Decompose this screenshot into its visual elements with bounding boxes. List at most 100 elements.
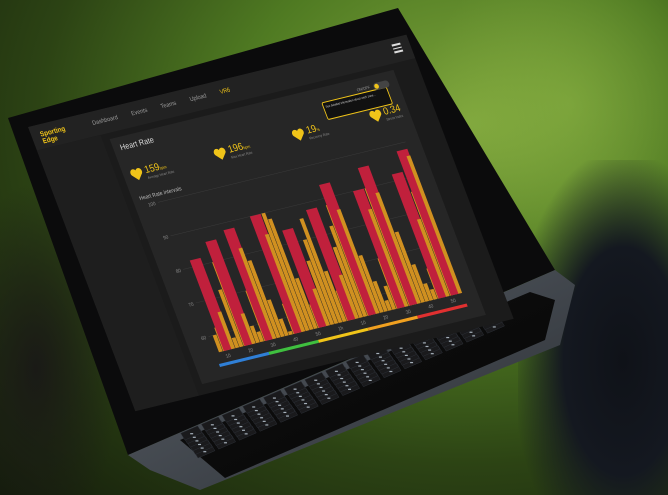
key-backlight [469,331,473,333]
key-backlight [448,340,452,342]
key-backlight [192,436,196,438]
key-backlight [314,379,318,381]
heart-icon [291,128,304,141]
key-backlight [381,360,385,362]
key-backlight [195,440,199,442]
key-backlight [378,356,382,358]
key-backlight [402,351,406,353]
key-backlight [257,413,261,415]
x-tick-label: 20 [247,347,254,354]
hamburger-menu-icon[interactable] [391,42,404,54]
key-backlight [342,381,346,383]
key-backlight [446,336,450,339]
key-backlight [298,395,302,397]
key-backlight [239,426,243,428]
key-backlight [221,438,225,440]
heart-icon [213,147,226,160]
key-backlight [324,394,328,396]
key-backlight [280,408,284,410]
key-backlight [366,376,370,378]
key-backlight [407,358,411,360]
key-backlight [203,451,207,453]
y-tick-label: 80 [175,268,182,275]
key-backlight [492,326,496,328]
key-backlight [223,442,227,444]
key-backlight [319,386,323,389]
stat-max-heart-rate: 196bpm Max Heart Rate [208,130,256,172]
key-backlight [198,443,202,446]
stat-recovery: 19% Recovery Rate [286,111,333,153]
key-backlight [260,417,264,419]
x-tick-label: 40 [292,336,299,343]
key-backlight [430,353,434,355]
key-backlight [242,429,246,431]
key-backlight [272,397,276,399]
stat-stress-index: 0.34 Stress Index [363,93,407,134]
key-backlight [285,415,289,417]
key-backlight [399,347,403,349]
nav-dashboard[interactable]: Dashboard [92,115,119,127]
key-backlight [327,397,331,399]
x-tick-label: 10 [360,320,367,327]
key-backlight [348,388,352,390]
y-tick-label: 60 [200,335,207,342]
key-backlight [190,433,194,435]
key-backlight [296,392,300,394]
key-backlight [368,379,372,382]
chart-bar [215,352,219,353]
key-backlight [293,388,297,390]
chart-bar [287,330,293,336]
y-tick-label: 70 [188,301,195,308]
nav-upload[interactable]: Upload [189,93,208,103]
stat-average-heart-rate: 159bpm Average Heart Rate [125,149,179,192]
key-backlight [216,431,220,433]
key-backlight [340,377,344,380]
heart-icon [130,167,142,180]
nav-teams[interactable]: Teams [160,101,177,111]
key-backlight [236,422,240,424]
key-backlight [306,406,310,408]
key-backlight [278,404,282,406]
key-backlight [422,342,426,344]
y-tick-label: 90 [162,234,169,241]
key-backlight [252,406,256,408]
x-tick-label: 40 [427,303,434,310]
stat-unit: % [315,126,321,132]
key-backlight [283,411,287,414]
y-tick-label: 100 [147,201,157,209]
nav-vr6[interactable]: VR6 [219,88,231,96]
key-backlight [334,370,338,372]
zone-bar-segment [367,315,419,331]
key-backlight [275,401,279,403]
key-backlight [363,372,367,374]
key-backlight [262,420,266,422]
nav-events[interactable]: Events [131,108,149,118]
key-backlight [428,349,432,351]
key-backlight [231,415,235,417]
key-backlight [316,383,320,385]
key-backlight [304,402,308,405]
key-backlight [244,433,248,435]
x-tick-label: 50 [315,331,322,338]
key-backlight [301,399,305,401]
key-backlight [376,352,380,355]
zone-bar-segment [417,303,468,319]
key-backlight [360,369,364,371]
key-backlight [355,361,359,364]
key-backlight [200,447,204,449]
app-logo[interactable]: Sporting Edge [39,126,69,146]
key-backlight [472,335,476,337]
x-tick-label: 20 [382,314,389,321]
key-backlight [389,370,393,373]
x-tick-label: 10 [225,353,232,360]
x-tick-label: 30 [270,342,277,349]
key-backlight [254,409,258,412]
key-backlight [451,344,455,346]
key-backlight [213,427,217,429]
x-tick-label: 1h [337,325,344,332]
key-backlight [404,354,408,356]
key-backlight [218,434,222,437]
stat-unit: bpm [242,143,251,150]
key-backlight [234,418,238,421]
key-backlight [322,390,326,392]
